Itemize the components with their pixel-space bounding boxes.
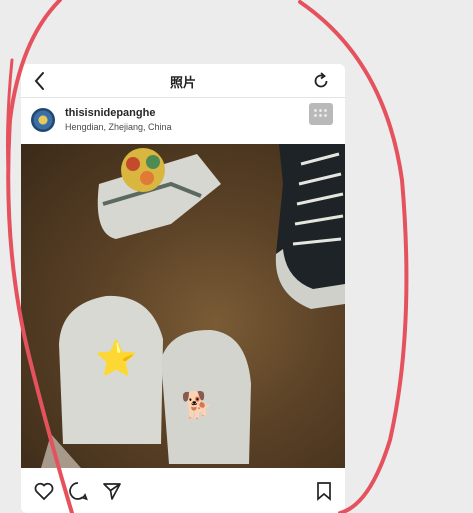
annotation-circle bbox=[6, 0, 409, 513]
